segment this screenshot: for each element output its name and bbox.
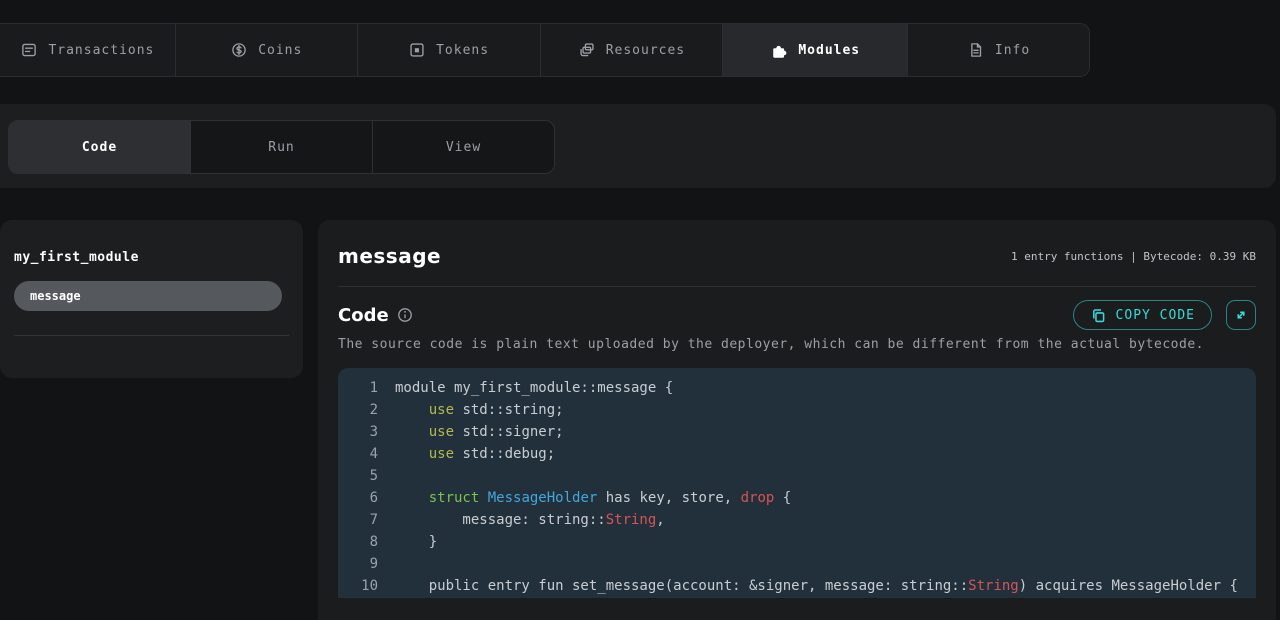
line-content	[395, 553, 403, 575]
code-section-title-group: Code	[338, 305, 413, 326]
modules-icon	[770, 41, 788, 59]
code-line: 2 use std::string;	[352, 399, 1256, 421]
nav-tab-resources[interactable]: Resources	[540, 24, 723, 76]
nav-tab-label: Transactions	[48, 43, 154, 58]
page-title: message	[338, 244, 441, 268]
line-number: 2	[352, 399, 378, 421]
subtab-run[interactable]: Run	[190, 121, 372, 173]
code-line: 6 struct MessageHolder has key, store, d…	[352, 487, 1256, 509]
subtab-label: Code	[82, 140, 117, 155]
nav-tab-info[interactable]: Info	[907, 24, 1089, 76]
nav-tab-label: Resources	[606, 43, 685, 58]
line-number: 9	[352, 553, 378, 575]
nav-tab-tokens[interactable]: Tokens	[357, 24, 540, 76]
line-content: public entry fun set_message(account: &s…	[395, 575, 1238, 597]
copy-code-button[interactable]: COPY CODE	[1073, 300, 1212, 330]
code-line: 5	[352, 465, 1256, 487]
subtab-code[interactable]: Code	[9, 121, 190, 173]
expand-icon	[1233, 307, 1249, 323]
transactions-icon	[20, 41, 38, 59]
header-divider	[338, 286, 1256, 287]
code-run-view-tabs: Code Run View	[8, 120, 555, 174]
module-name: my_first_module	[14, 250, 289, 265]
panel-header: message 1 entry functions | Bytecode: 0.…	[338, 244, 1256, 268]
line-content	[395, 465, 403, 487]
line-content: use std::signer;	[395, 421, 564, 443]
module-nav-tabs: Transactions Coins Tokens Resources Modules I…	[0, 23, 1090, 77]
nav-tab-transactions[interactable]: Transactions	[0, 24, 175, 76]
line-number: 7	[352, 509, 378, 531]
copy-icon	[1090, 307, 1107, 324]
nav-tab-label: Coins	[258, 43, 302, 58]
nav-tab-label: Info	[995, 43, 1030, 58]
code-section-heading: Code	[338, 305, 389, 326]
coins-icon	[230, 41, 248, 59]
subtab-view[interactable]: View	[372, 121, 554, 173]
line-number: 6	[352, 487, 378, 509]
code-section-header: Code COPY CODE	[338, 300, 1256, 330]
line-number: 4	[352, 443, 378, 465]
line-content: struct MessageHolder has key, store, dro…	[395, 487, 791, 509]
function-item-message[interactable]: message	[14, 281, 282, 311]
expand-code-button[interactable]	[1226, 300, 1256, 330]
line-number: 5	[352, 465, 378, 487]
line-content: use std::string;	[395, 399, 564, 421]
line-number: 8	[352, 531, 378, 553]
line-content: message: string::String,	[395, 509, 665, 531]
resources-icon	[578, 41, 596, 59]
code-run-view-band: Code Run View	[0, 104, 1276, 188]
code-line: 7 message: string::String,	[352, 509, 1256, 531]
code-section-description: The source code is plain text uploaded b…	[338, 337, 1256, 352]
subtab-label: View	[446, 140, 481, 155]
code-line: 3 use std::signer;	[352, 421, 1256, 443]
code-line: 9	[352, 553, 1256, 575]
module-sidebar: my_first_module message	[0, 220, 303, 378]
copy-code-label: COPY CODE	[1116, 308, 1195, 323]
line-content: use std::debug;	[395, 443, 555, 465]
subtab-label: Run	[268, 140, 294, 155]
tokens-icon	[408, 41, 426, 59]
line-number: 3	[352, 421, 378, 443]
info-icon	[967, 41, 985, 59]
nav-tab-modules[interactable]: Modules	[722, 24, 907, 76]
code-line: 10 public entry fun set_message(account:…	[352, 575, 1256, 597]
line-content: }	[395, 531, 437, 553]
code-line: 8 }	[352, 531, 1256, 553]
info-circle-icon[interactable]	[397, 307, 413, 323]
line-number: 10	[352, 575, 378, 597]
nav-tab-coins[interactable]: Coins	[175, 24, 357, 76]
code-line: 4 use std::debug;	[352, 443, 1256, 465]
source-code-viewer[interactable]: 1module my_first_module::message {2 use …	[338, 368, 1256, 598]
line-number: 1	[352, 377, 378, 399]
line-content: module my_first_module::message {	[395, 377, 673, 399]
code-line: 1 module my_first_module::message {	[352, 377, 1256, 399]
module-detail-panel: message 1 entry functions | Bytecode: 0.…	[318, 220, 1276, 620]
function-item-label: message	[30, 289, 81, 303]
function-list: message	[14, 281, 289, 311]
code-actions: COPY CODE	[1073, 300, 1256, 330]
nav-tab-label: Tokens	[436, 43, 489, 58]
module-stats: 1 entry functions | Bytecode: 0.39 KB	[1011, 250, 1256, 263]
nav-tab-label: Modules	[798, 43, 860, 58]
sidebar-divider	[14, 335, 289, 336]
